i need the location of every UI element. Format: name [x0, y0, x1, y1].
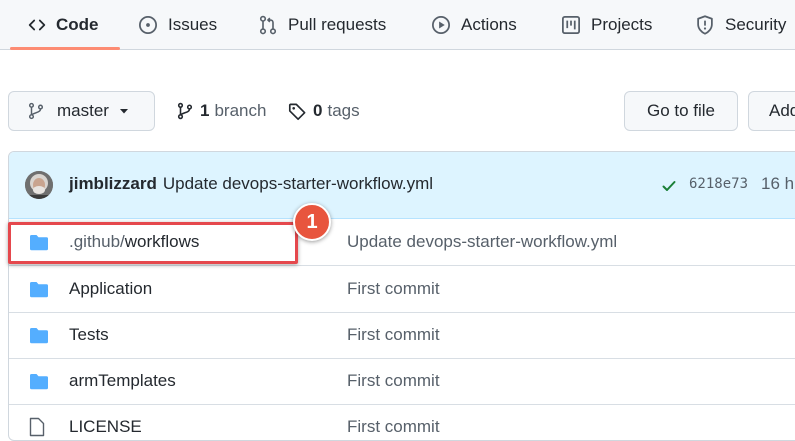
check-icon[interactable]: [661, 178, 677, 194]
folder-icon: [30, 282, 48, 298]
file-row[interactable]: Application First commit: [9, 266, 795, 313]
add-file-label: Add: [769, 101, 795, 120]
add-file-button[interactable]: Add: [748, 91, 795, 131]
file-commit-message[interactable]: First commit: [347, 325, 440, 345]
file-row[interactable]: armTemplates First commit: [9, 358, 795, 405]
file-row[interactable]: LICENSE First commit: [9, 404, 795, 440]
file-commit-message[interactable]: First commit: [347, 417, 440, 437]
branch-select-button[interactable]: master: [8, 91, 155, 131]
branch-icon: [28, 102, 44, 120]
tab-security[interactable]: Security: [695, 0, 786, 50]
file-commit-message[interactable]: First commit: [347, 371, 440, 391]
file-name[interactable]: Application: [69, 279, 152, 299]
branches-text: branch: [214, 101, 267, 120]
repo-tab-bar: Code Issues Pull requests Actions Projec…: [0, 0, 795, 50]
file-name[interactable]: armTemplates: [69, 371, 176, 391]
chevron-down-icon: [119, 109, 128, 114]
project-icon: [562, 16, 580, 34]
file-icon: [29, 417, 45, 437]
file-row[interactable]: Tests First commit: [9, 312, 795, 359]
tag-icon: [288, 103, 306, 120]
file-browser: jimblizzard Update devops-starter-workflo…: [8, 151, 795, 441]
issue-icon: [139, 16, 157, 34]
play-icon: [432, 16, 450, 34]
tab-label: Security: [725, 15, 787, 34]
tab-label: Projects: [591, 15, 653, 34]
commit-author[interactable]: jimblizzard: [69, 174, 157, 193]
commit-sha[interactable]: 6218e73: [689, 176, 748, 192]
tab-label: Actions: [461, 15, 517, 34]
go-to-file-label: Go to file: [646, 101, 716, 120]
tags-text: tags: [327, 101, 360, 120]
code-icon: [28, 19, 46, 31]
tab-issues[interactable]: Issues: [138, 0, 217, 50]
tab-actions[interactable]: Actions: [431, 0, 517, 50]
tab-projects[interactable]: Projects: [561, 0, 652, 50]
latest-commit-bar: jimblizzard Update devops-starter-workflo…: [9, 152, 795, 219]
avatar[interactable]: [25, 171, 53, 199]
tab-pull-requests[interactable]: Pull requests: [258, 0, 386, 50]
folder-icon: [30, 328, 48, 344]
callout-number-badge: 1: [293, 203, 331, 241]
file-name[interactable]: Tests: [69, 325, 109, 345]
file-commit-message[interactable]: First commit: [347, 279, 440, 299]
branches-count: 1: [200, 101, 210, 120]
shield-icon: [697, 15, 713, 35]
folder-icon: [30, 374, 48, 390]
file-commit-message[interactable]: Update devops-starter-workflow.yml: [347, 232, 617, 252]
commit-message[interactable]: Update devops-starter-workflow.yml: [163, 174, 433, 193]
branch-icon: [177, 102, 193, 120]
tab-label: Issues: [168, 15, 218, 34]
commit-age: 16 h: [761, 174, 795, 193]
avatar-image: [25, 171, 53, 199]
tab-label: Pull requests: [288, 15, 387, 34]
branches-link[interactable]: 1 branch: [176, 98, 266, 124]
tags-count: 0: [313, 101, 323, 120]
go-to-file-button[interactable]: Go to file: [624, 91, 738, 131]
branch-name: master: [57, 101, 109, 120]
callout-highlight-box: [8, 222, 298, 264]
tab-label: Code: [56, 15, 99, 34]
tab-code[interactable]: Code: [28, 0, 99, 50]
commit-summary: jimblizzard Update devops-starter-workflo…: [69, 174, 433, 194]
file-name[interactable]: LICENSE: [69, 417, 142, 437]
tags-link[interactable]: 0 tags: [288, 98, 360, 124]
pull-request-icon: [259, 15, 277, 35]
active-tab-indicator: [10, 47, 120, 50]
